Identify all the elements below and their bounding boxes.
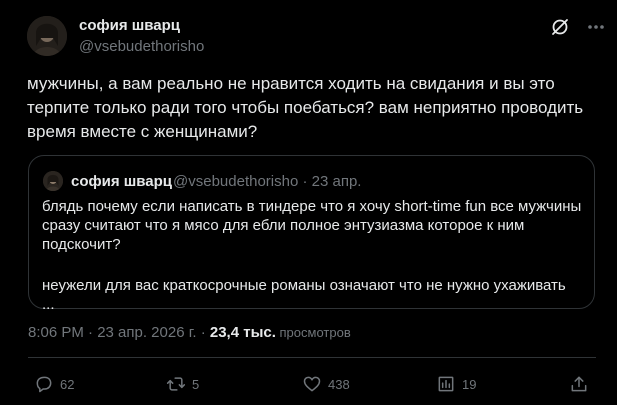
author-display-name[interactable]: софия шварц bbox=[79, 17, 180, 34]
share-button[interactable] bbox=[569, 372, 589, 396]
repost-button[interactable]: 5 bbox=[166, 372, 199, 396]
bookmark-icon bbox=[438, 376, 454, 392]
bookmark-count: 19 bbox=[462, 376, 477, 392]
quoted-display-name: софия шварц bbox=[71, 173, 173, 190]
timestamp[interactable]: 8:06 PM · 23 апр. 2026 г. · bbox=[28, 324, 210, 341]
repost-count: 5 bbox=[192, 376, 200, 392]
quoted-avatar bbox=[43, 171, 63, 191]
more-icon[interactable] bbox=[585, 16, 607, 38]
author-handle[interactable]: @vsebudethorisho bbox=[79, 38, 204, 55]
views-count: 23,4 тыс. bbox=[209, 324, 276, 341]
grok-icon[interactable] bbox=[549, 16, 571, 38]
bookmark-button[interactable]: 19 bbox=[436, 372, 476, 396]
divider bbox=[28, 357, 596, 358]
quoted-handle-date: @vsebudethorisho · 23 апр. bbox=[173, 173, 362, 190]
tweet: софия шварц @vsebudethorisho мужчины, а … bbox=[0, 0, 617, 405]
like-button[interactable]: 438 bbox=[302, 372, 350, 396]
quoted-text-paragraph-1: блядь почему если написать в тиндере что… bbox=[42, 198, 582, 253]
like-icon bbox=[303, 376, 321, 392]
reply-icon bbox=[36, 376, 52, 393]
tweet-meta: 8:06 PM · 23 апр. 2026 г. · 23,4 тыс. пр… bbox=[28, 324, 351, 341]
like-count: 438 bbox=[328, 376, 350, 392]
reply-button[interactable]: 62 bbox=[34, 372, 74, 396]
avatar[interactable] bbox=[27, 16, 67, 56]
share-icon bbox=[571, 376, 587, 392]
views-label: просмотров bbox=[275, 325, 351, 340]
repost-icon bbox=[166, 377, 186, 391]
tweet-text: мужчины, а вам реально не нравится ходит… bbox=[27, 74, 584, 141]
reply-count: 62 bbox=[60, 376, 75, 392]
quoted-text-paragraph-2: неужели для вас краткосрочные романы озн… bbox=[42, 277, 566, 313]
